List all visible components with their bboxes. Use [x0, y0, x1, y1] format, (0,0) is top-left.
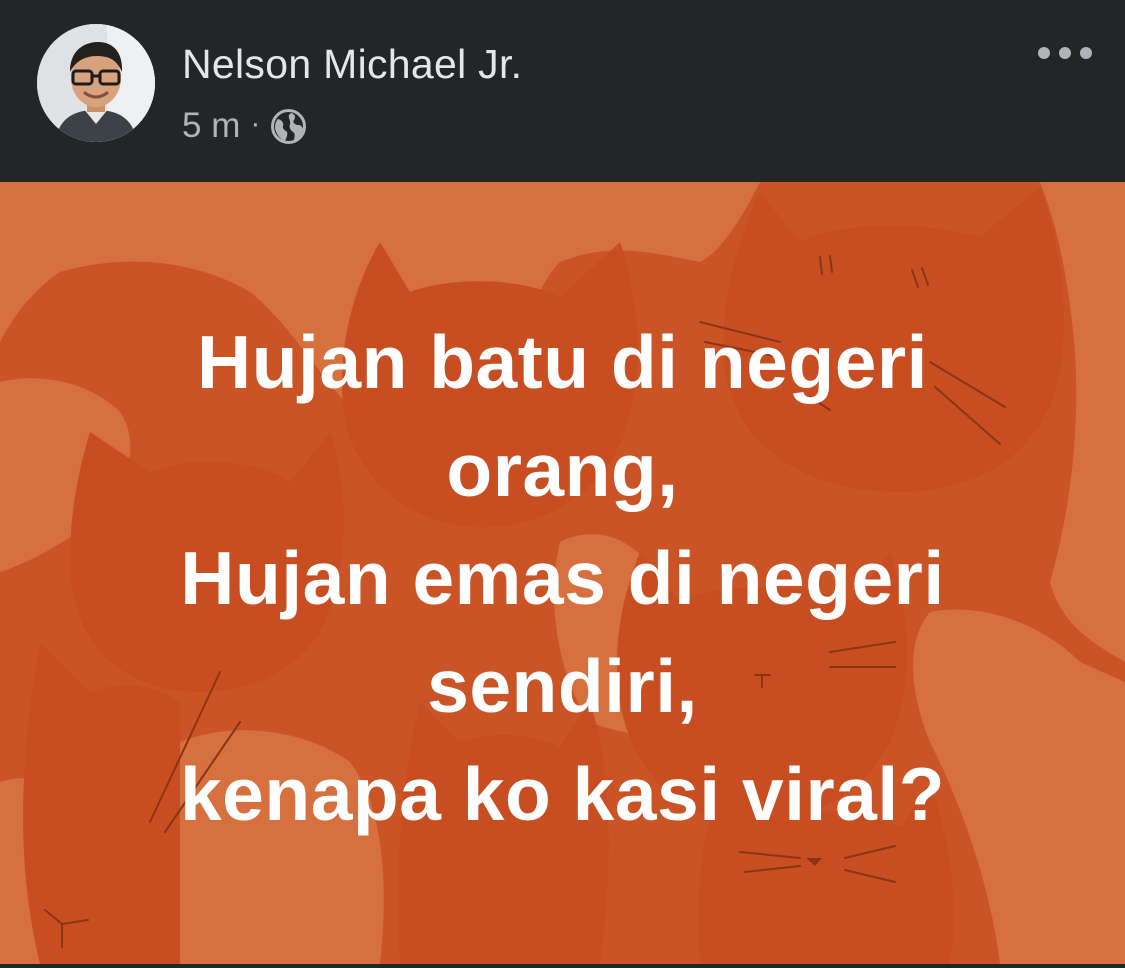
post-text-line: Hujan batu di negeri: [197, 320, 928, 404]
author-avatar[interactable]: [37, 24, 155, 142]
author-name[interactable]: Nelson Michael Jr.: [182, 41, 522, 88]
text-background-card[interactable]: Hujan batu di negeri orang, Hujan emas d…: [0, 182, 1125, 964]
globe-icon[interactable]: [270, 108, 307, 145]
dot: [1038, 47, 1050, 59]
post-text-line: Hujan emas di negeri: [180, 536, 945, 620]
post-header: Nelson Michael Jr. 5 m ·: [0, 0, 1125, 182]
avatar-photo: [37, 24, 155, 142]
meta-separator: ·: [250, 107, 261, 140]
post-timestamp[interactable]: 5 m: [182, 106, 240, 146]
post-text-line: orang,: [446, 428, 679, 512]
dot: [1080, 47, 1092, 59]
post-text-line: sendiri,: [427, 644, 698, 728]
dot: [1059, 47, 1071, 59]
post-text: Hujan batu di negeri orang, Hujan emas d…: [0, 308, 1125, 848]
post-text-line: kenapa ko kasi viral?: [179, 752, 946, 836]
post-divider: [0, 964, 1125, 968]
facebook-post: Nelson Michael Jr. 5 m · Hujan batu di n…: [0, 0, 1125, 968]
post-meta: 5 m ·: [182, 104, 307, 148]
more-options-icon[interactable]: [1038, 38, 1092, 68]
